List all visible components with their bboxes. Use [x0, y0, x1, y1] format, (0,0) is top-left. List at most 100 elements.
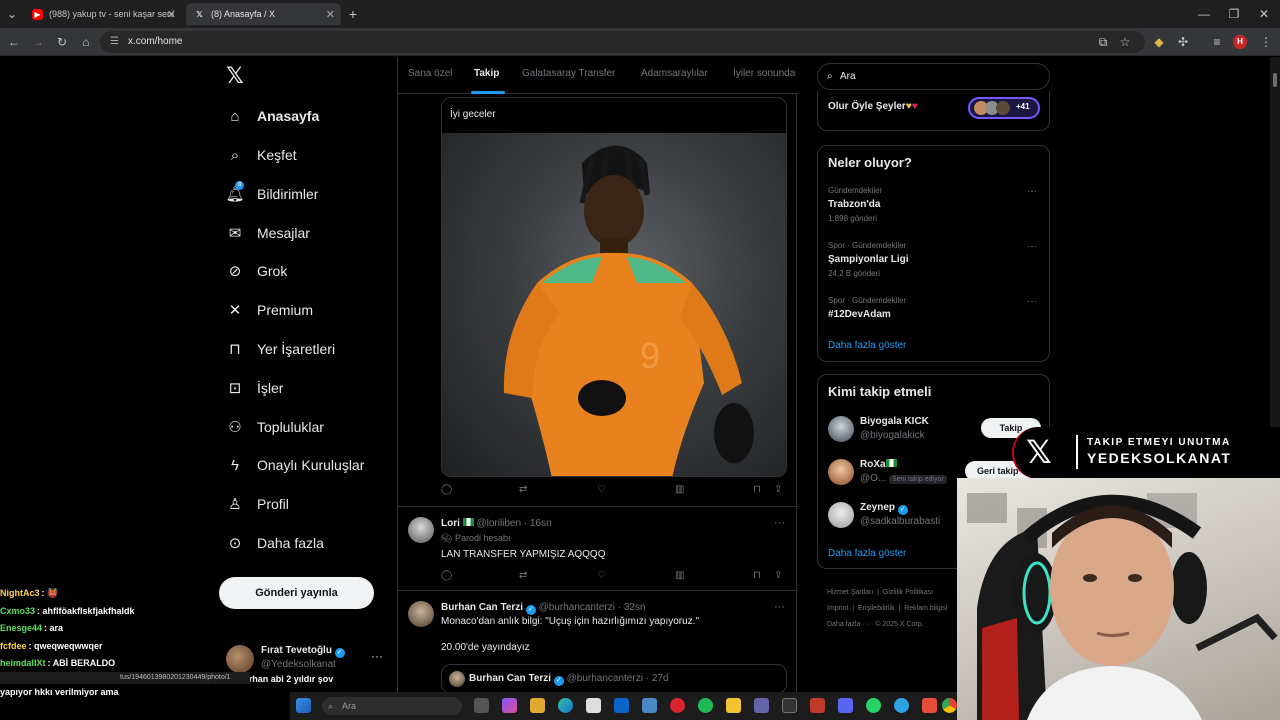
space-card[interactable]: Olur Öyle Şeyler♥♥ +41 — [817, 91, 1050, 131]
tab-search-icon[interactable]: ⌄ — [4, 6, 20, 22]
discord-icon[interactable] — [838, 698, 853, 713]
address-bar[interactable]: ☰ x.com/home — [100, 31, 1145, 53]
nav-verified-orgs[interactable]: ϟ Onaylı Kuruluşlar — [226, 452, 364, 478]
nav-home[interactable]: ⌂ Anasayfa — [226, 103, 319, 129]
spotify-icon[interactable] — [698, 698, 713, 713]
outlook-icon[interactable] — [614, 698, 629, 713]
suggestion-name[interactable]: RoXa — [860, 459, 886, 470]
tab-for-you[interactable]: Sana özel — [408, 68, 452, 79]
more-dots-icon[interactable]: ··· — [371, 649, 383, 663]
reply-icon[interactable]: ◯ — [441, 484, 452, 495]
nav-explore[interactable]: ⌕ Keşfet — [226, 142, 297, 168]
close-icon[interactable]: ✕ — [167, 8, 176, 21]
like-icon[interactable]: ♡ — [597, 484, 606, 495]
post-photo[interactable]: 9 — [442, 133, 786, 476]
app-icon[interactable] — [922, 698, 937, 713]
capcut-icon[interactable] — [810, 698, 825, 713]
share-icon[interactable]: ⇪ — [774, 570, 782, 581]
quoted-post[interactable]: İyi geceler 9 — [441, 97, 787, 477]
back-icon[interactable]: ← — [6, 34, 22, 50]
search-input[interactable]: ⌕ Ara — [817, 63, 1050, 90]
browser-tab-x[interactable]: 𝕏 (8) Anasayfa / X ✕ — [186, 3, 341, 25]
views-icon[interactable]: ▥ — [675, 484, 684, 495]
inner-quoted-post[interactable]: Burhan Can Terzi ✓ @burhancanterzi · 27d — [441, 664, 787, 694]
suggestion-name[interactable]: Zeynep — [860, 502, 895, 513]
trend-name[interactable]: #12DevAdam — [828, 309, 891, 320]
home-icon[interactable]: ⌂ — [78, 34, 94, 50]
nav-profile[interactable]: ♙ Profil — [226, 491, 289, 517]
avatar[interactable] — [828, 416, 854, 442]
extension-icon[interactable]: ◆ — [1151, 34, 1167, 50]
window-close-icon[interactable]: ✕ — [1256, 6, 1272, 22]
more-dots-icon[interactable]: ··· — [1027, 186, 1037, 197]
telegram-icon[interactable] — [894, 698, 909, 713]
tweet-author-handle[interactable]: @loriliben — [476, 518, 521, 529]
tab-following[interactable]: Takip — [474, 68, 499, 79]
nav-bookmarks[interactable]: ⊓ Yer İşaretleri — [226, 336, 335, 362]
taskbar-search-input[interactable]: ⌕ Ara — [322, 697, 462, 715]
app-icon[interactable] — [726, 698, 741, 713]
footer-link[interactable]: Hizmet Şartları — [827, 589, 873, 596]
nav-communities[interactable]: ⚇ Topluluklar — [226, 414, 324, 440]
nav-jobs[interactable]: ⊡ İşler — [226, 375, 284, 401]
who-show-more-link[interactable]: Daha fazla göster — [828, 548, 906, 559]
like-icon[interactable]: ♡ — [597, 570, 606, 581]
teams-icon[interactable] — [754, 698, 769, 713]
app-icon[interactable] — [642, 698, 657, 713]
profile-avatar[interactable]: H — [1233, 35, 1247, 49]
trend-name[interactable]: Trabzon'da — [828, 199, 880, 210]
reading-list-icon[interactable]: ≡ — [1209, 34, 1225, 50]
site-info-icon[interactable]: ☰ — [110, 31, 119, 53]
opera-icon[interactable] — [670, 698, 685, 713]
chrome-icon[interactable] — [942, 698, 957, 713]
tweet-time[interactable]: 32sn — [624, 602, 646, 613]
more-dots-icon[interactable]: ··· — [774, 517, 785, 529]
close-icon[interactable]: ✕ — [326, 8, 335, 21]
file-explorer-icon[interactable] — [530, 698, 545, 713]
edge-icon[interactable] — [558, 698, 573, 713]
reply-icon[interactable]: ◯ — [441, 570, 452, 581]
nav-notifications[interactable]: 🔔︎ 8 Bildirimler — [225, 181, 318, 207]
footer-link[interactable]: Imprint — [827, 605, 848, 612]
footer-link[interactable]: Gizlilik Politikası — [883, 589, 933, 596]
task-view-icon[interactable] — [474, 698, 489, 713]
forward-icon[interactable]: → — [30, 34, 46, 50]
footer-link[interactable]: Reklam bilgisi — [904, 605, 947, 612]
footer-link[interactable]: Daha fazla ··· — [827, 621, 869, 628]
views-icon[interactable]: ▥ — [675, 570, 684, 581]
nav-premium[interactable]: ✕ Premium — [226, 297, 313, 323]
more-dots-icon[interactable]: ··· — [1027, 241, 1037, 252]
bookmark-star-icon[interactable]: ☆ — [1117, 34, 1133, 50]
reload-icon[interactable]: ↻ — [54, 34, 70, 50]
menu-kebab-icon[interactable]: ⋮ — [1258, 34, 1274, 50]
minimize-icon[interactable]: — — [1196, 6, 1212, 22]
store-icon[interactable] — [586, 698, 601, 713]
extensions-puzzle-icon[interactable]: ✣ — [1175, 34, 1191, 50]
tab-galatasaray-transfer[interactable]: Galatasaray Transfer — [522, 68, 615, 79]
copilot-icon[interactable] — [502, 698, 517, 713]
steam-icon[interactable] — [782, 698, 797, 713]
browser-tab-youtube[interactable]: ▶ (988) yakup tv - seni kaşar seni ✕ — [24, 3, 182, 25]
trend-name[interactable]: Şampiyonlar Ligi — [828, 254, 909, 265]
x-logo-icon[interactable]: 𝕏 — [226, 65, 248, 87]
new-tab-button[interactable]: + — [345, 6, 361, 22]
repost-icon[interactable]: ⇄ — [519, 570, 527, 581]
avatar[interactable] — [408, 517, 434, 543]
more-dots-icon[interactable]: ··· — [1027, 296, 1037, 307]
share-icon[interactable]: ⇪ — [774, 484, 782, 495]
footer-link[interactable]: Erişilebilirlik — [858, 605, 895, 612]
nav-messages[interactable]: ✉ Mesajlar — [226, 220, 310, 246]
bookmark-icon[interactable]: ⊓ — [753, 570, 761, 581]
nav-grok[interactable]: ⊘ Grok — [226, 258, 288, 284]
tab-iyiler-sonunda[interactable]: İyiler sonunda — [733, 68, 795, 79]
windows-start-icon[interactable] — [296, 698, 311, 713]
maximize-icon[interactable]: ❐ — [1226, 6, 1242, 22]
trends-show-more-link[interactable]: Daha fazla göster — [828, 340, 906, 351]
nav-more[interactable]: ⊙ Daha fazla — [226, 530, 324, 556]
tweet-author-handle[interactable]: @burhancanterzi — [539, 602, 615, 613]
install-app-icon[interactable]: ⧉ — [1095, 34, 1111, 50]
avatar[interactable] — [828, 459, 854, 485]
bookmark-icon[interactable]: ⊓ — [753, 484, 761, 495]
tweet-time[interactable]: 16sn — [530, 518, 552, 529]
avatar[interactable] — [408, 601, 434, 627]
